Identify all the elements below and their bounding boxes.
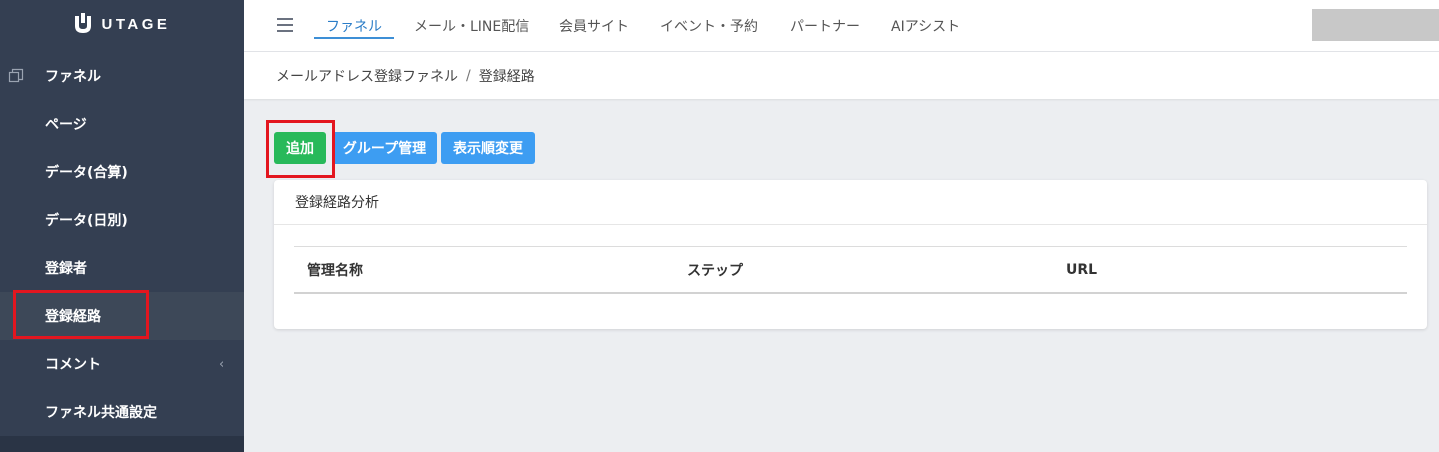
breadcrumb-separator: / — [466, 67, 471, 84]
tab-member-site[interactable]: 会員サイト — [559, 0, 629, 52]
brand-name: UTAGE — [101, 15, 171, 33]
user-account-area[interactable] — [1312, 9, 1439, 41]
hamburger-menu-icon[interactable] — [277, 18, 293, 32]
column-header-url: URL — [1066, 261, 1098, 278]
sidebar-item-label: ページ — [45, 117, 87, 133]
utage-logo-icon — [74, 13, 91, 33]
sidebar-item-funnel[interactable]: ファネル — [0, 52, 244, 100]
column-header-name: 管理名称 — [307, 262, 363, 279]
sidebar-item-registrants[interactable]: 登録者 — [0, 244, 244, 292]
sidebar-item-data-total[interactable]: データ(合算) — [0, 148, 244, 196]
brand[interactable]: UTAGE — [0, 0, 244, 48]
sidebar-item-label: ファネル共通設定 — [45, 405, 157, 421]
sidebar-item-label: ファネル — [45, 69, 101, 85]
sidebar-item-data-daily[interactable]: データ(日別) — [0, 196, 244, 244]
column-header-step: ステップ — [687, 262, 743, 279]
chevron-left-icon: ‹ — [219, 356, 225, 372]
windows-stack-icon — [8, 68, 24, 83]
sidebar-next-section — [0, 436, 244, 452]
tab-ai-assist[interactable]: AIアシスト — [891, 0, 960, 52]
sidebar: UTAGE ファネル ページ データ(合算) データ(日別) 登録者 登録経路 … — [0, 0, 244, 452]
tab-partner[interactable]: パートナー — [790, 0, 860, 52]
sidebar-item-comments[interactable]: コメント ‹ — [0, 340, 244, 388]
sidebar-item-label: データ(合算) — [45, 165, 128, 181]
registration-route-analysis-card: 登録経路分析 管理名称 ステップ URL — [274, 180, 1427, 329]
sidebar-item-pages[interactable]: ページ — [0, 100, 244, 148]
change-display-order-button[interactable]: 表示順変更 — [441, 132, 535, 164]
sidebar-item-label: 登録者 — [45, 261, 87, 277]
sidebar-item-label: 登録経路 — [45, 309, 101, 325]
card-title: 登録経路分析 — [274, 180, 1427, 225]
sidebar-item-funnel-settings[interactable]: ファネル共通設定 — [0, 388, 244, 436]
active-tab-indicator — [314, 37, 394, 39]
sidebar-item-label: コメント — [45, 357, 101, 373]
tab-mail-line[interactable]: メール・LINE配信 — [414, 0, 529, 52]
breadcrumb-funnel-link[interactable]: メールアドレス登録ファネル — [276, 66, 458, 86]
tab-event-booking[interactable]: イベント・予約 — [660, 0, 758, 52]
sidebar-item-label: データ(日別) — [45, 213, 128, 229]
tab-funnel[interactable]: ファネル — [326, 0, 382, 52]
breadcrumb-current: 登録経路 — [478, 68, 535, 85]
breadcrumb: メールアドレス登録ファネル / 登録経路 — [276, 52, 535, 99]
group-management-button[interactable]: グループ管理 — [332, 132, 437, 164]
add-button[interactable]: 追加 — [274, 132, 326, 164]
breadcrumb-bar: メールアドレス登録ファネル / 登録経路 — [244, 52, 1439, 99]
sidebar-item-registration-route[interactable]: 登録経路 — [0, 292, 244, 340]
table-top-border — [294, 246, 1407, 247]
table-header-border — [294, 292, 1407, 294]
